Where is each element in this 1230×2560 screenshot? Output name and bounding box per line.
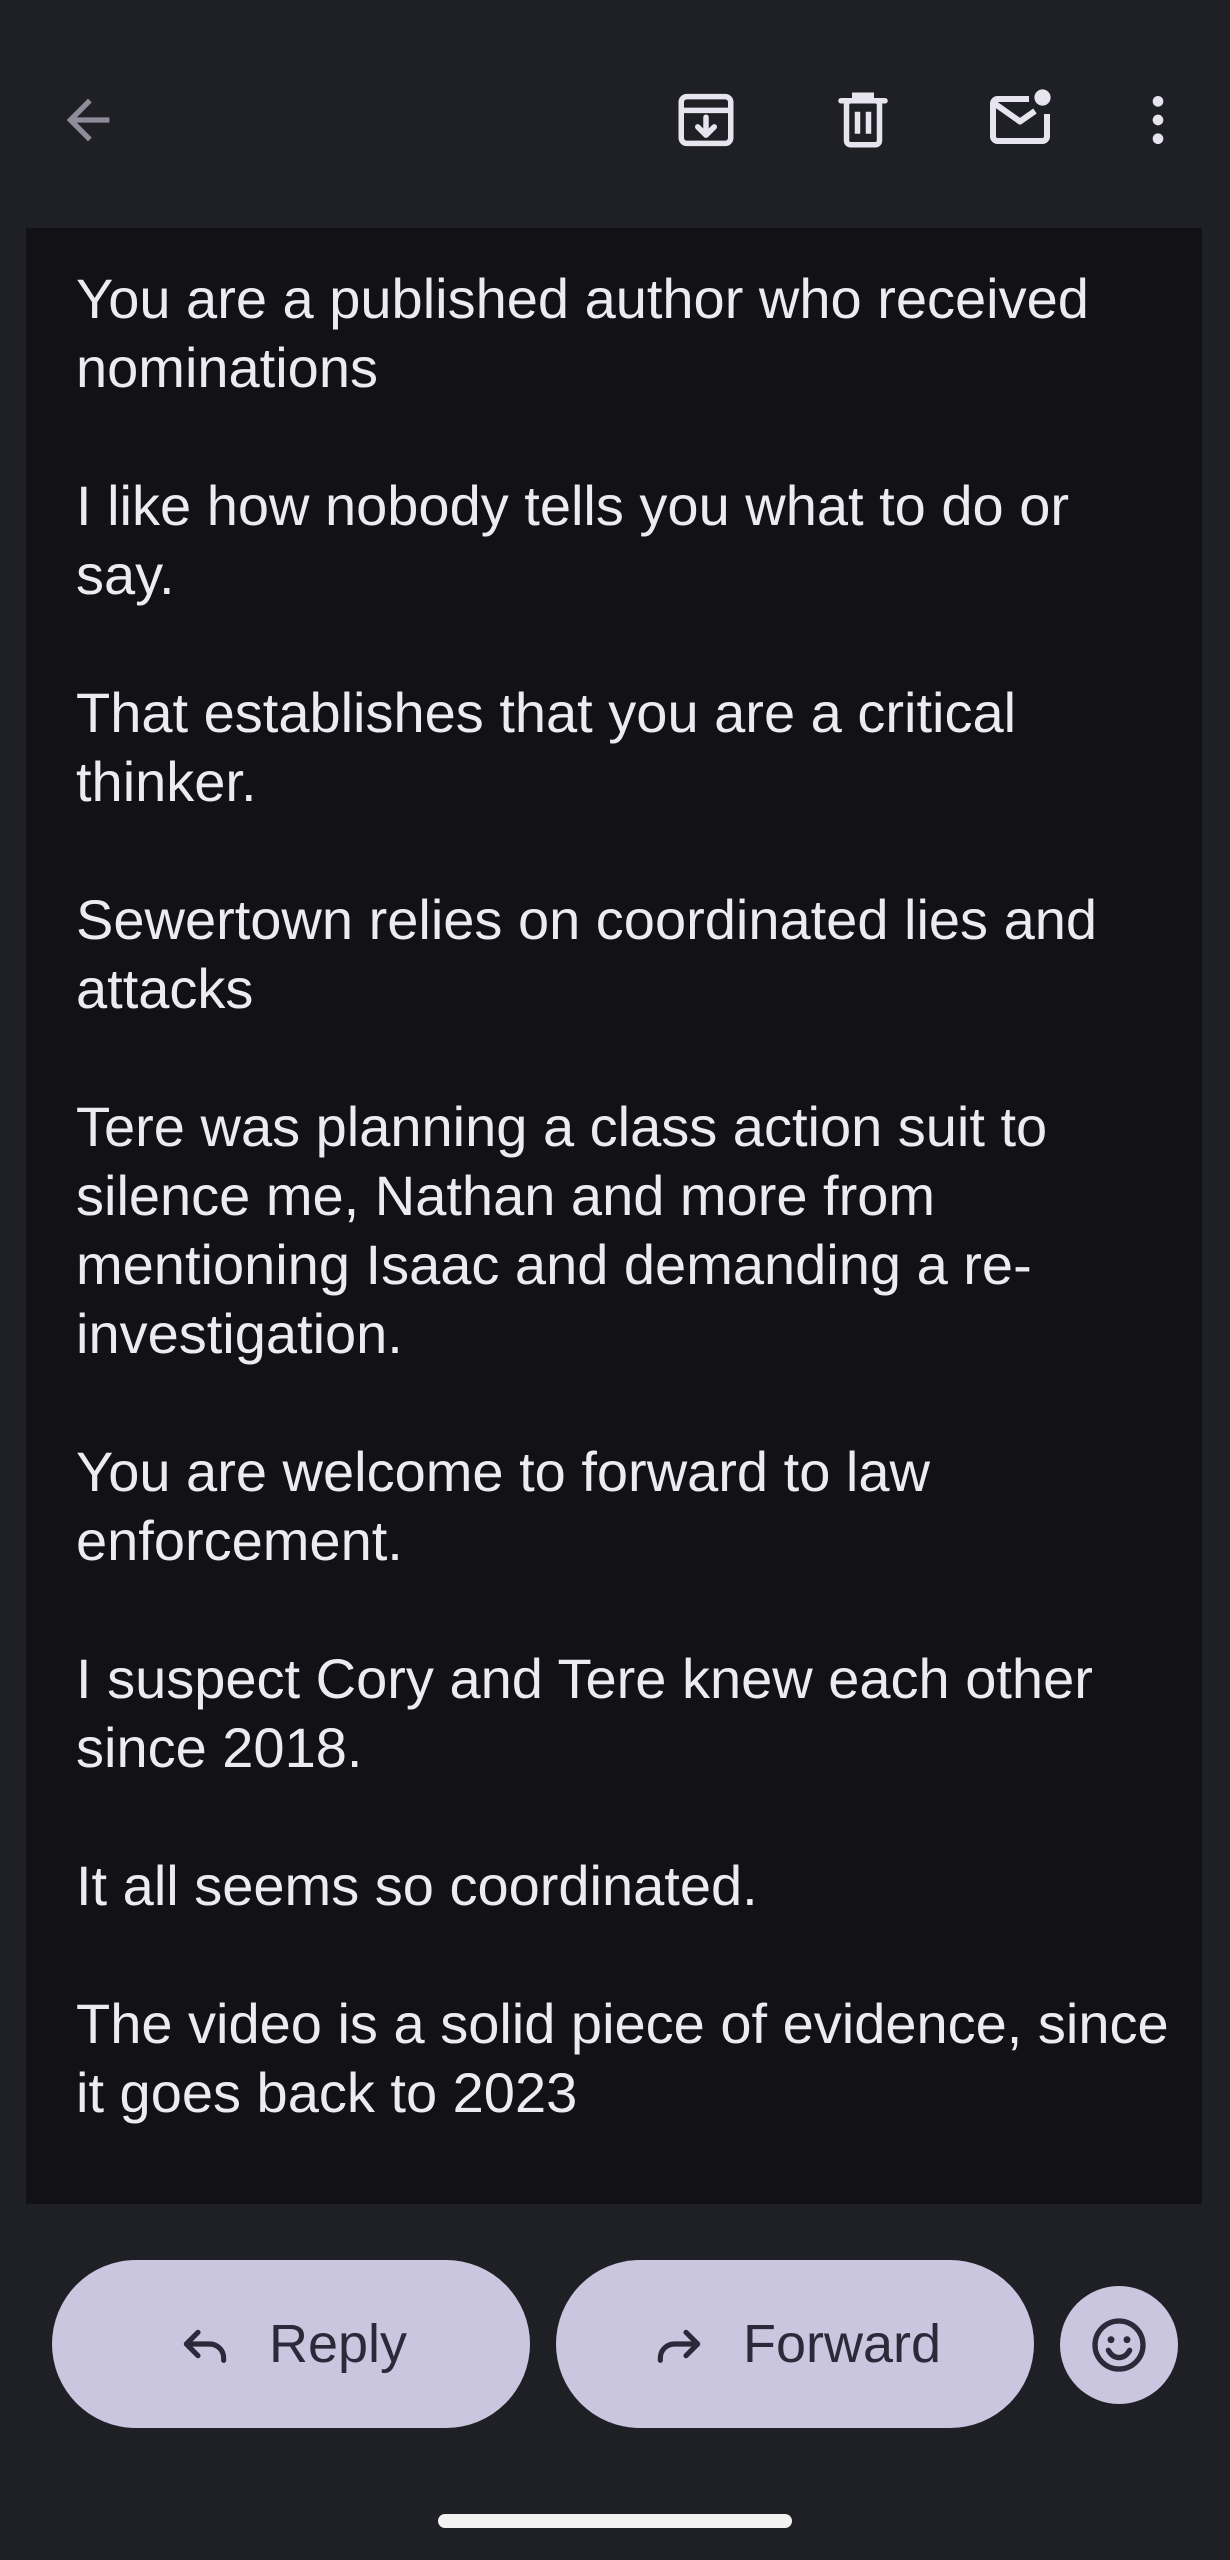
message-paragraph: I like how nobody tells you what to do o… [76, 474, 1070, 606]
mark-unread-button[interactable] [972, 72, 1068, 168]
add-reaction-button[interactable] [1060, 2286, 1178, 2404]
more-vert-icon [1152, 96, 1164, 144]
more-options-button[interactable] [1110, 72, 1206, 168]
message-paragraph: The video is a solid piece of evidence, … [76, 1992, 1169, 2124]
message-paragraph: It all seems so coordinated. [76, 1854, 758, 1917]
message-text: You are a published author who received … [76, 264, 1176, 2196]
forward-button[interactable]: Forward [556, 2260, 1034, 2428]
back-button[interactable] [40, 72, 136, 168]
reply-label: Reply [268, 2314, 408, 2374]
delete-button[interactable] [815, 72, 911, 168]
message-paragraph: I suspect Cory and Tere knew each other … [76, 1647, 1093, 1779]
message-paragraph: That establishes that you are a critical… [76, 681, 1017, 813]
reply-button[interactable]: Reply [52, 2260, 530, 2428]
arrow-back-icon [66, 98, 110, 142]
archive-button[interactable] [658, 72, 754, 168]
archive-icon [678, 93, 734, 147]
forward-label: Forward [742, 2314, 942, 2374]
forward-icon [649, 2314, 709, 2374]
trash-icon [838, 92, 888, 148]
top-app-bar [0, 0, 1230, 228]
message-paragraph: Tere was planning a class action suit to… [76, 1095, 1048, 1365]
message-paragraph: You are a published author who received … [76, 267, 1089, 399]
message-paragraph: Sewertown relies on coordinated lies and… [76, 888, 1098, 1020]
message-paragraph: You are welcome to forward to law enforc… [76, 1440, 930, 1572]
home-indicator[interactable] [438, 2514, 792, 2528]
add-reaction-icon [1092, 2318, 1146, 2372]
reply-icon [175, 2314, 235, 2374]
mark-unread-icon [990, 89, 1051, 144]
message-body: You are a published author who received … [26, 228, 1202, 2204]
email-screen: You are a published author who received … [0, 0, 1230, 2560]
